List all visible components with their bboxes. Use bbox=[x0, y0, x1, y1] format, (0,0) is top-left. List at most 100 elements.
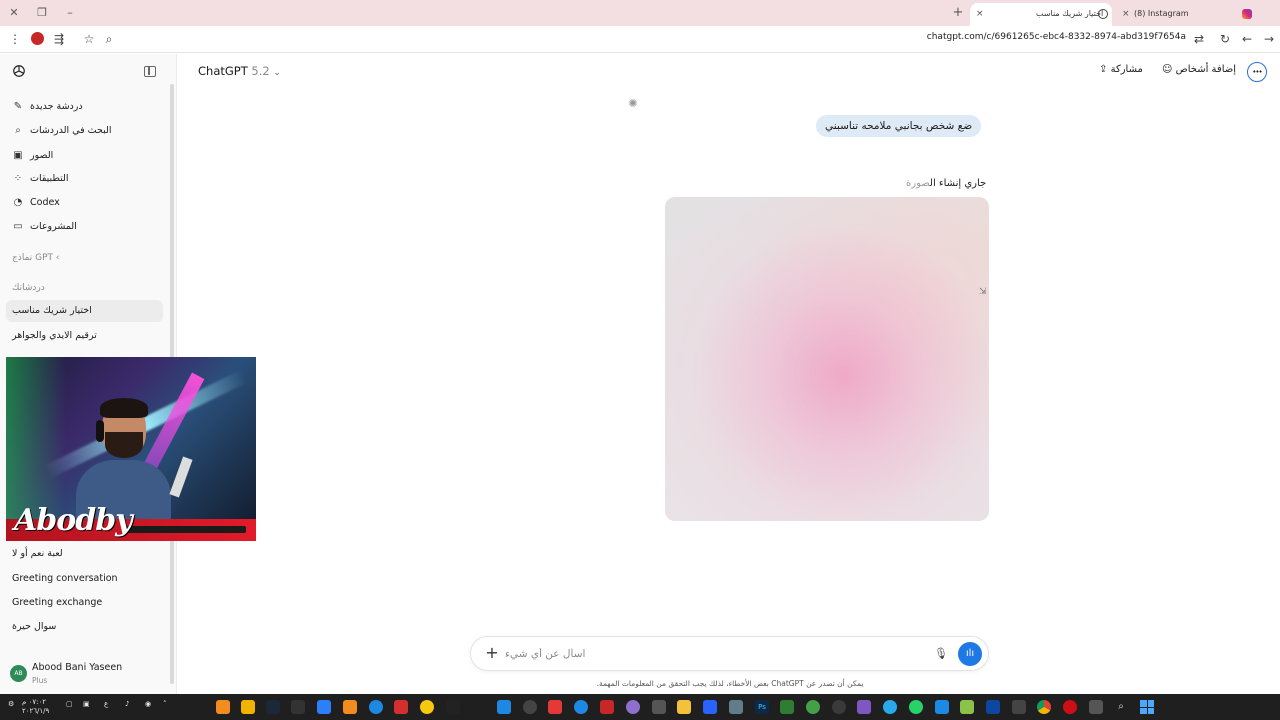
openai-logo-icon[interactable] bbox=[12, 64, 26, 78]
window-minimize-icon[interactable]: – bbox=[62, 5, 78, 21]
model-selector[interactable]: ChatGPT 5.2 ⌄ bbox=[198, 64, 281, 78]
extensions-puzzle-icon[interactable]: ⇶ bbox=[50, 30, 68, 48]
tab-title: اختيار شريك مناسب bbox=[1036, 9, 1104, 18]
taskbar-app-icon[interactable] bbox=[806, 700, 820, 714]
taskbar-app-icon[interactable] bbox=[1089, 700, 1103, 714]
taskbar-app-icon[interactable] bbox=[832, 700, 846, 714]
site-settings-icon[interactable]: ⇄ bbox=[1190, 30, 1208, 48]
taskbar-app-icon[interactable] bbox=[317, 700, 331, 714]
taskbar-app-icon[interactable] bbox=[216, 700, 230, 714]
sidebar-toggle-icon[interactable] bbox=[144, 66, 156, 77]
chevron-up-icon[interactable]: ˄ bbox=[163, 701, 167, 708]
prompt-input[interactable] bbox=[505, 645, 925, 663]
share-button[interactable]: ⇪ مشاركة bbox=[1099, 64, 1143, 75]
whatsapp-icon[interactable] bbox=[909, 700, 923, 714]
more-icon: ••• bbox=[1252, 68, 1262, 76]
window-restore-icon[interactable]: ❐ bbox=[34, 5, 50, 21]
sidebar-item-apps[interactable]: ⁘ التطبيقات bbox=[6, 168, 163, 190]
taskbar-app-icon[interactable] bbox=[1012, 700, 1026, 714]
zoom-icon[interactable]: ⌕ bbox=[100, 30, 118, 48]
chat-item[interactable]: سوال حيرة bbox=[6, 616, 163, 638]
taskbar-app-icon[interactable] bbox=[780, 700, 794, 714]
opera-icon[interactable] bbox=[1063, 700, 1077, 714]
microphone-icon[interactable]: 🎙︎ bbox=[934, 646, 948, 662]
taskbar-app-icon[interactable] bbox=[935, 700, 949, 714]
microphone-stand bbox=[169, 456, 193, 498]
chat-item[interactable]: ترقيم الايدي والجواهر bbox=[6, 325, 163, 347]
taskbar-app-icon[interactable] bbox=[369, 700, 383, 714]
taskbar-app-icon[interactable] bbox=[703, 700, 717, 714]
more-options-button[interactable]: ••• bbox=[1247, 62, 1267, 82]
tab-instagram[interactable]: × (8) Instagram bbox=[1116, 3, 1258, 26]
images-icon: ▣ bbox=[13, 150, 23, 161]
wifi-icon[interactable]: ⚙ bbox=[8, 701, 14, 708]
chat-item[interactable]: Greeting exchange bbox=[6, 592, 163, 614]
start-button[interactable] bbox=[1140, 700, 1154, 714]
gpts-section-toggle[interactable]: نماذج GPT ‹ bbox=[12, 253, 60, 263]
taskbar-app-icon[interactable] bbox=[548, 700, 562, 714]
chrome-icon[interactable] bbox=[1037, 700, 1051, 714]
voice-mode-button[interactable]: ılı bbox=[958, 642, 982, 666]
clock-date[interactable]: ٢٠٢٦/١/٩ bbox=[22, 708, 49, 715]
chatgpt-taskbar-icon[interactable] bbox=[523, 700, 537, 714]
add-attachment-button[interactable]: + bbox=[483, 644, 501, 662]
browser-menu-icon[interactable]: ⋮ bbox=[6, 30, 24, 48]
display-icon[interactable]: ▣ bbox=[83, 701, 90, 708]
chat-item[interactable]: اختيار شريك مناسب bbox=[6, 300, 163, 322]
taskbar-app-icon[interactable] bbox=[446, 700, 460, 714]
chat-item[interactable]: Greeting conversation bbox=[6, 568, 163, 590]
tray-app-icon[interactable]: ◉ bbox=[145, 701, 151, 708]
codex-icon: ◔ bbox=[13, 197, 23, 208]
taskbar-app-icon[interactable] bbox=[497, 700, 511, 714]
taskbar-app-icon[interactable] bbox=[857, 700, 871, 714]
tab-close-icon[interactable]: × bbox=[976, 3, 984, 25]
search-icon: ⌕ bbox=[15, 125, 21, 136]
notification-icon[interactable]: ▢ bbox=[66, 701, 73, 708]
taskbar-app-icon[interactable] bbox=[420, 700, 434, 714]
taskbar-app-icon[interactable] bbox=[626, 700, 640, 714]
window-close-icon[interactable]: ✕ bbox=[6, 5, 22, 21]
taskbar-app-icon[interactable] bbox=[652, 700, 666, 714]
telegram-icon[interactable] bbox=[883, 700, 897, 714]
sidebar-item-search[interactable]: ⌕ البحث في الدردشات bbox=[6, 120, 163, 142]
taskbar-app-icon[interactable] bbox=[986, 700, 1000, 714]
sidebar-item-codex[interactable]: ◔ Codex bbox=[6, 192, 163, 214]
tab-close-icon[interactable]: × bbox=[1122, 3, 1130, 25]
chats-section-label: دردشاتك bbox=[12, 283, 45, 293]
taskbar-app-icon[interactable] bbox=[343, 700, 357, 714]
forward-icon[interactable]: ← bbox=[1238, 30, 1256, 48]
chat-item[interactable]: لعبة نعم أو لا bbox=[6, 543, 163, 565]
steam-icon[interactable] bbox=[266, 700, 280, 714]
taskbar-app-icon[interactable] bbox=[394, 700, 408, 714]
input-language[interactable]: ع bbox=[104, 701, 108, 708]
bookmark-star-icon[interactable]: ☆ bbox=[80, 30, 98, 48]
microphone-tray-icon[interactable]: ♪ bbox=[125, 701, 129, 708]
file-explorer-icon[interactable] bbox=[677, 700, 691, 714]
taskbar-app-icon[interactable] bbox=[960, 700, 974, 714]
message-composer: + 🎙︎ ılı bbox=[470, 636, 989, 671]
address-bar[interactable]: chatgpt.com/c/6961265c-ebc4-8332-8974-ab… bbox=[927, 32, 1186, 42]
sidebar-item-projects[interactable]: ▭ المشروعات bbox=[6, 216, 163, 238]
sidebar-item-images[interactable]: ▣ الصور bbox=[6, 145, 163, 167]
taskbar-search-icon[interactable]: ⌕ bbox=[1114, 700, 1128, 714]
reload-icon[interactable]: ↻ bbox=[1216, 30, 1234, 48]
sidebar-item-new-chat[interactable]: ✎ دردشة جديدة bbox=[6, 96, 163, 118]
back-icon[interactable]: → bbox=[1260, 30, 1278, 48]
new-tab-icon[interactable]: + bbox=[950, 5, 966, 21]
edge-icon[interactable] bbox=[574, 700, 588, 714]
add-people-button[interactable]: ☺ إضافة أشخاص bbox=[1162, 64, 1236, 75]
photoshop-icon[interactable]: Ps bbox=[755, 700, 769, 714]
clock-time[interactable]: ٠٧:٠٢ م bbox=[22, 699, 46, 706]
extension-icon[interactable] bbox=[28, 30, 46, 48]
sidebar-item-label: التطبيقات bbox=[30, 173, 69, 184]
taskbar-app-icon[interactable] bbox=[729, 700, 743, 714]
taskbar-app-icon[interactable] bbox=[241, 700, 255, 714]
tab-chatgpt[interactable]: × اختيار شريك مناسب bbox=[970, 3, 1112, 26]
instagram-favicon-icon bbox=[1242, 9, 1252, 19]
chatgpt-favicon-icon bbox=[1098, 9, 1108, 19]
sidebar-item-label: الصور bbox=[30, 150, 54, 161]
sidebar-top bbox=[0, 54, 177, 90]
taskbar-app-icon[interactable] bbox=[291, 700, 305, 714]
taskbar-app-icon[interactable] bbox=[600, 700, 614, 714]
windows-taskbar: ⚙ ٠٧:٠٢ م ٢٠٢٦/١/٩ ▢ ▣ ع ♪ ◉ ˄ Ps ⌕ bbox=[0, 694, 1280, 720]
